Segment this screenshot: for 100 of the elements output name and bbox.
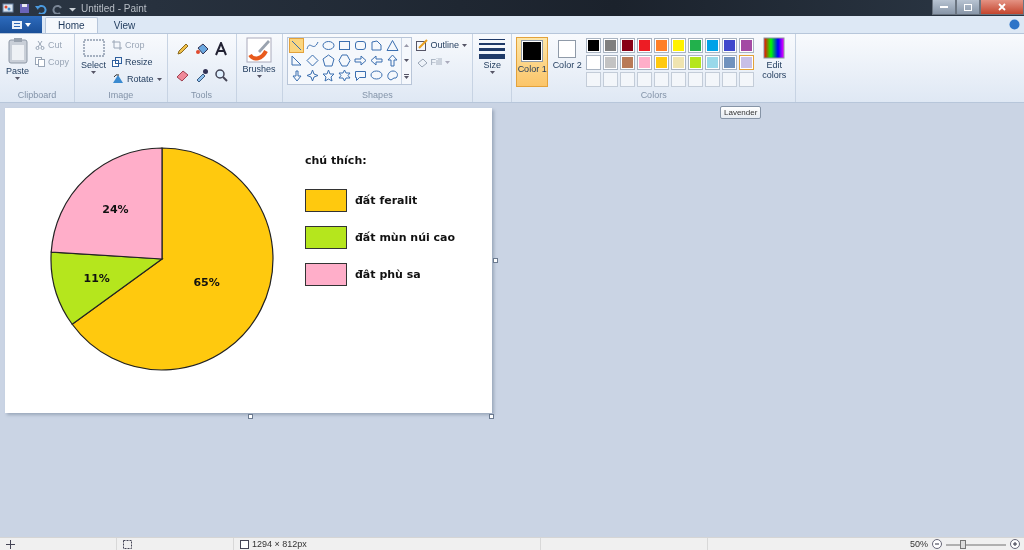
color-swatch[interactable] xyxy=(722,38,738,53)
caret-icon xyxy=(489,71,495,74)
shape-tool[interactable] xyxy=(384,38,400,53)
shape-tool[interactable] xyxy=(304,53,320,68)
canvas-dimensions: 1294 × 812px xyxy=(252,538,307,550)
rotate-button[interactable]: Rotate xyxy=(111,71,163,87)
oval-callout-icon xyxy=(369,69,383,82)
caret-icon xyxy=(15,77,20,80)
shape-tool[interactable] xyxy=(320,53,336,68)
shape-tool[interactable] xyxy=(288,53,304,68)
fill-icon xyxy=(415,56,428,68)
resize-button[interactable]: Resize xyxy=(111,54,163,70)
color-swatch[interactable] xyxy=(603,55,619,70)
paste-button[interactable]: Paste xyxy=(4,37,31,90)
hexagon-icon xyxy=(337,54,351,67)
window-title: Untitled - Paint xyxy=(81,2,147,14)
color-swatch[interactable] xyxy=(739,38,755,53)
color-swatch[interactable] xyxy=(722,55,738,70)
color-swatch[interactable] xyxy=(620,38,636,53)
color-swatch[interactable] xyxy=(603,38,619,53)
resize-handle[interactable] xyxy=(248,414,253,419)
select-button[interactable]: Select xyxy=(79,37,109,90)
shape-tool[interactable] xyxy=(336,53,352,68)
right-triangle-icon xyxy=(289,54,303,67)
color-swatch[interactable] xyxy=(654,55,670,70)
slice-label: 65% xyxy=(193,275,220,289)
caret-up-icon xyxy=(403,44,409,48)
curve-icon xyxy=(305,39,319,52)
down-arrow-icon xyxy=(289,69,303,82)
close-button[interactable] xyxy=(980,0,1024,15)
shape-tool[interactable] xyxy=(384,53,400,68)
color-swatch[interactable] xyxy=(739,55,755,70)
shape-tool[interactable] xyxy=(336,68,352,83)
color-swatch[interactable] xyxy=(586,38,602,53)
outline-button[interactable]: Outline xyxy=(414,37,469,53)
legend-label: đất mùn núi cao xyxy=(355,231,456,244)
drawing-canvas[interactable]: 24% 11% 65% chú thích: đất feralit đất mùn núi cao đât phù sa xyxy=(5,108,492,413)
brushes-button[interactable]: Brushes xyxy=(240,37,278,90)
color-swatch[interactable] xyxy=(705,55,721,70)
maximize-button[interactable] xyxy=(956,0,980,15)
expand-icon xyxy=(403,73,409,79)
magnifier-icon xyxy=(213,67,228,82)
size-button[interactable]: Size xyxy=(477,37,508,90)
slice-label: 24% xyxy=(102,203,129,217)
redo-icon xyxy=(52,2,64,14)
move-icon xyxy=(6,539,15,549)
pentagon-icon xyxy=(321,54,335,67)
rounded-rectangle-icon xyxy=(353,39,367,52)
ribbon-tab[interactable]: Home xyxy=(45,17,98,33)
eyedropper-icon xyxy=(194,67,209,82)
group-label: Image xyxy=(107,90,135,102)
color-swatch[interactable] xyxy=(637,38,653,53)
color-swatch[interactable] xyxy=(688,55,704,70)
shape-tool[interactable] xyxy=(352,53,368,68)
shape-tool[interactable] xyxy=(320,38,336,53)
color-swatch[interactable] xyxy=(671,55,687,70)
left-arrow-icon xyxy=(369,54,383,67)
undo-icon xyxy=(35,2,47,14)
shape-tool[interactable] xyxy=(288,38,304,53)
color-swatch[interactable] xyxy=(637,55,653,70)
shape-tool[interactable] xyxy=(368,38,384,53)
shape-tool[interactable] xyxy=(320,68,336,83)
minimize-button[interactable] xyxy=(932,0,956,15)
legend-label: đất feralit xyxy=(355,194,418,207)
color-swatch[interactable] xyxy=(654,38,670,53)
resize-handle[interactable] xyxy=(489,414,494,419)
color-swatch[interactable] xyxy=(620,55,636,70)
canvas-size-icon xyxy=(240,539,249,549)
four-point-star-icon xyxy=(305,69,319,82)
color-spectrum-icon xyxy=(763,37,786,59)
color-selector[interactable]: Color 2 xyxy=(551,37,584,87)
pencil-icon xyxy=(175,42,190,56)
ribbon-tab[interactable]: View xyxy=(100,17,149,33)
legend-title: chú thích: xyxy=(305,154,368,167)
shape-tool[interactable] xyxy=(352,38,368,53)
color-swatch[interactable] xyxy=(671,38,687,53)
shape-tool[interactable] xyxy=(336,38,352,53)
color-swatch[interactable] xyxy=(688,38,704,53)
caret-icon xyxy=(156,77,162,81)
color-selector[interactable]: Color 1 xyxy=(516,37,549,87)
edit-colors-button[interactable]: Edit colors xyxy=(757,37,792,90)
resize-icon xyxy=(112,57,123,67)
shape-tool[interactable] xyxy=(368,53,384,68)
shape-tool[interactable] xyxy=(368,68,384,83)
resize-handle[interactable] xyxy=(493,258,498,263)
tooltip: Lavender xyxy=(720,106,762,119)
scissors-icon xyxy=(35,40,45,50)
caret-icon xyxy=(24,22,31,27)
shape-tool[interactable] xyxy=(304,68,320,83)
color-swatch[interactable] xyxy=(705,38,721,53)
five-point-star-icon xyxy=(321,69,335,82)
slider-thumb[interactable] xyxy=(959,539,966,549)
shape-tool[interactable] xyxy=(384,68,400,83)
caret-icon xyxy=(403,59,409,63)
file-menu-button[interactable] xyxy=(0,16,42,33)
line-width-icon xyxy=(479,37,506,59)
slice-label: 11% xyxy=(83,271,110,285)
selection-icon xyxy=(81,37,106,59)
color-swatch[interactable] xyxy=(586,55,602,70)
shape-tool[interactable] xyxy=(352,68,368,83)
